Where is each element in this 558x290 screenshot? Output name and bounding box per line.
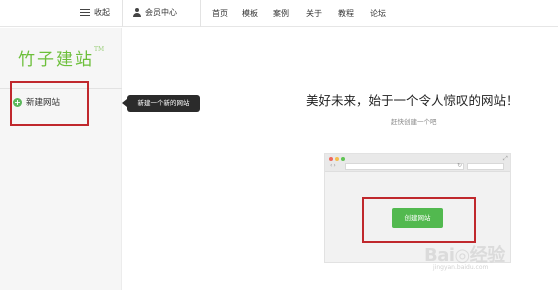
nav-item-about[interactable]: 关于	[306, 8, 338, 19]
address-bar	[345, 163, 464, 170]
window-close-dot	[329, 157, 333, 161]
create-site-button[interactable]: 创建网站	[392, 208, 443, 228]
sidebar: 竹子建站TM + 新建网站	[0, 28, 122, 290]
nav-item-home[interactable]: 首页	[212, 8, 242, 19]
collapse-label: 收起	[94, 8, 110, 17]
member-center-link[interactable]: 会员中心	[133, 7, 177, 18]
divider	[122, 0, 123, 27]
window-maximize-dot	[341, 157, 345, 161]
sidebar-item-label: 新建网站	[26, 98, 61, 108]
nav-arrows-icon: ‹›	[330, 162, 337, 169]
expand-icon: ⤢	[503, 155, 508, 162]
user-icon	[133, 8, 141, 17]
new-site-tooltip: 新建一个新的网站	[122, 95, 200, 112]
watermark-url: jingyan.baidu.com	[433, 264, 489, 271]
collapse-button[interactable]: 收起	[80, 7, 110, 18]
page-headline: 美好未来，始于一个令人惊叹的网站！	[306, 93, 519, 108]
site-logo[interactable]: 竹子建站TM	[18, 45, 104, 70]
plus-icon: +	[13, 97, 22, 107]
member-center-label: 会员中心	[145, 8, 177, 17]
top-bar: 收起 会员中心 首页 模板 案例 关于 教程 论坛	[0, 0, 558, 27]
nav-item-cases[interactable]: 案例	[273, 8, 306, 19]
logo-text: 竹子建站	[18, 50, 94, 70]
page-subtitle: 赶快创建一个吧	[391, 118, 437, 126]
hamburger-icon	[80, 8, 90, 17]
nav-item-tutorials[interactable]: 教程	[338, 8, 370, 19]
logo-trademark: TM	[94, 46, 105, 53]
browser-search-box	[467, 163, 504, 170]
sidebar-item-new-site[interactable]: + 新建网站	[10, 81, 89, 126]
top-nav: 首页 模板 案例 关于 教程 论坛	[212, 8, 386, 19]
window-minimize-dot	[335, 157, 339, 161]
nav-item-forum[interactable]: 论坛	[370, 8, 386, 19]
browser-toolbar: ‹› ↻ ⤢	[325, 154, 510, 172]
reload-icon: ↻	[457, 162, 463, 169]
divider	[200, 0, 201, 27]
nav-item-templates[interactable]: 模板	[242, 8, 273, 19]
